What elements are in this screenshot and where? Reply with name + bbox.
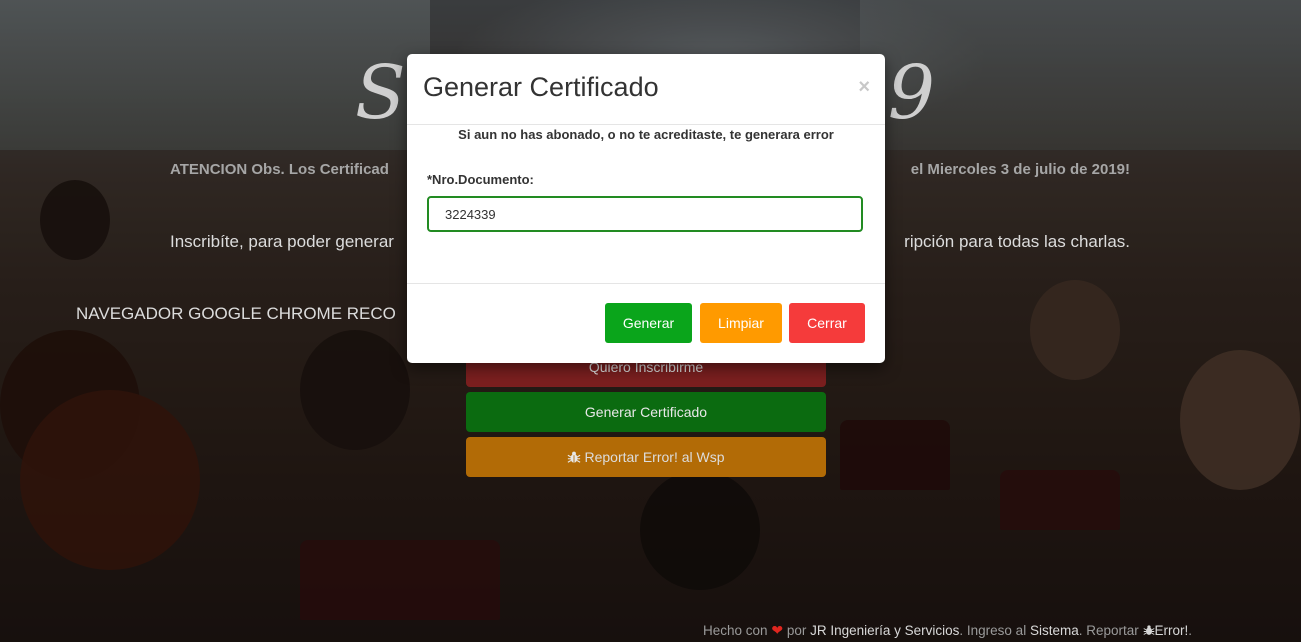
bug-icon — [568, 451, 581, 463]
report-error-button[interactable]: Reportar Error! al Wsp — [466, 437, 826, 477]
modal-footer-divider — [407, 283, 885, 284]
footer: Hecho con ❤ por JR Ingeniería y Servicio… — [703, 622, 1193, 638]
modal-header: Generar Certificado × — [407, 54, 885, 125]
close-icon[interactable]: × — [858, 76, 870, 98]
modal-warning-text: Si aun no has abonado, o no te acreditas… — [458, 127, 834, 142]
company-link[interactable]: JR Ingeniería y Servicios — [810, 623, 959, 638]
report-error-label: Reportar Error! al Wsp — [584, 449, 725, 465]
generate-button[interactable]: Generar — [605, 303, 692, 343]
generate-certificate-button[interactable]: Generar Certificado — [466, 392, 826, 432]
bug-icon — [1143, 625, 1155, 635]
generate-certificate-modal: Generar Certificado × Si aun no has abon… — [407, 54, 885, 363]
document-number-label: *Nro.Documento: — [427, 172, 534, 187]
document-number-input[interactable] — [427, 196, 863, 232]
browser-recommendation-text: NAVEGADOR GOOGLE CHROME RECO — [76, 304, 396, 323]
close-button[interactable]: Cerrar — [789, 303, 865, 343]
heart-icon: ❤ — [771, 622, 784, 638]
footer-error-link[interactable]: Error! — [1143, 623, 1188, 638]
modal-title: Generar Certificado — [423, 72, 659, 102]
system-link[interactable]: Sistema — [1030, 623, 1079, 638]
clear-button[interactable]: Limpiar — [700, 303, 782, 343]
